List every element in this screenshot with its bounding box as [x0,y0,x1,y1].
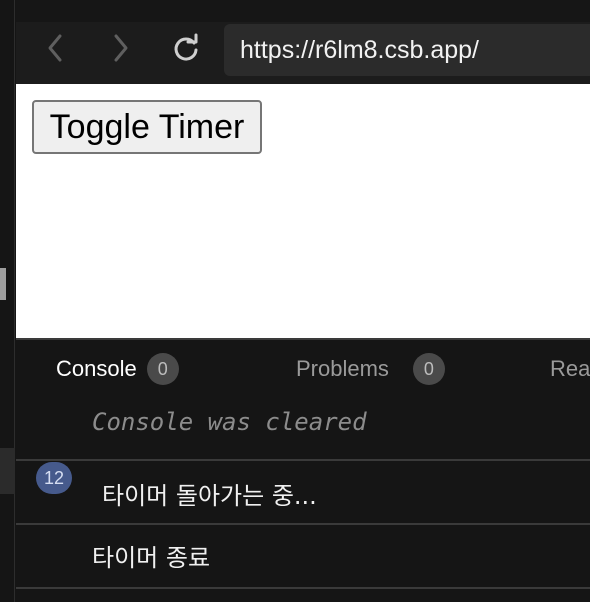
console-divider [16,523,590,525]
console-divider [16,587,590,589]
tab-strip [16,0,590,22]
left-rail [0,0,15,602]
back-button[interactable] [38,32,74,68]
console-cleared-message: Console was cleared [92,408,367,436]
chevron-right-icon [109,33,131,68]
console-count-badge: 0 [146,353,179,385]
rail-row-highlight [0,448,15,494]
chevron-left-icon [45,33,67,68]
repeat-count-badge: 12 [36,462,72,494]
devtools-panel: Console 0 Problems 0 Rea Console was cle… [16,338,590,602]
problems-count-badge: 0 [412,353,445,385]
forward-button[interactable] [102,32,138,68]
tab-react[interactable]: Rea [550,352,590,386]
toggle-timer-button[interactable]: Toggle Timer [32,100,262,154]
console-log-entry: 타이머 종료 [92,544,211,572]
tab-problems[interactable]: Problems 0 [296,352,445,386]
tab-console[interactable]: Console 0 [56,352,179,386]
url-bar[interactable]: https://r6lm8.csb.app/ [224,24,590,76]
preview-frame: Toggle Timer [16,84,590,338]
reload-icon [171,33,201,68]
browser-toolbar: https://r6lm8.csb.app/ [16,0,590,84]
tab-problems-label: Problems [296,356,389,381]
rail-marker [0,268,6,300]
console-log-entry: 타이머 돌아가는 중... [102,482,317,510]
reload-button[interactable] [168,32,204,68]
tab-react-label: Rea [550,356,590,381]
console-divider [16,459,590,461]
tab-console-label: Console [56,356,137,381]
